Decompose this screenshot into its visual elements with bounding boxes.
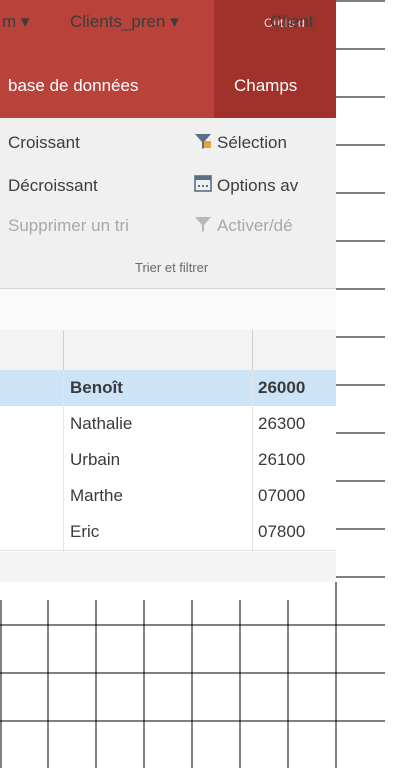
column-divider — [63, 370, 64, 552]
cell-first-name[interactable]: Eric — [70, 522, 99, 542]
cell-first-name[interactable]: Urbain — [70, 450, 120, 470]
cell-postal-code[interactable]: 26000 — [258, 378, 305, 398]
toggle-filter-button[interactable]: Activer/dé — [217, 216, 293, 236]
tab-fields[interactable]: Champs — [234, 76, 297, 96]
tab-database[interactable]: base de données — [8, 76, 138, 96]
header-divider — [63, 330, 64, 370]
header-last-name[interactable]: m ▾ — [2, 12, 29, 32]
cell-postal-code[interactable]: 26300 — [258, 414, 305, 434]
advanced-options-button[interactable]: Options av — [217, 176, 298, 196]
cell-first-name[interactable]: Marthe — [70, 486, 123, 506]
sort-descending-button[interactable]: Décroissant — [8, 176, 98, 196]
sort-filter-group-label: Trier et filtrer — [135, 260, 209, 275]
selection-filter-button[interactable]: Sélection — [217, 133, 287, 153]
cell-first-name[interactable]: Nathalie — [70, 414, 132, 434]
cell-first-name[interactable]: Benoît — [70, 378, 123, 398]
sort-menu-arrow-icon[interactable]: ▾ — [21, 12, 30, 31]
table-row[interactable]: Nathalie 26300 — [0, 406, 336, 443]
search-bar-area — [0, 288, 336, 332]
header-first-name[interactable]: Clients_pren ▾ — [70, 12, 179, 32]
table-row[interactable]: Urbain 26100 — [0, 442, 336, 479]
table-row[interactable]: Eric 07800 — [0, 514, 336, 551]
cell-postal-code[interactable]: 07800 — [258, 522, 305, 542]
header-divider — [252, 330, 253, 370]
funnel-icon — [195, 134, 211, 149]
sort-menu-arrow-icon[interactable]: ▾ — [170, 12, 179, 31]
new-record-row[interactable] — [0, 552, 336, 582]
sort-ascending-button[interactable]: Croissant — [8, 133, 80, 153]
remove-sort-button[interactable]: Supprimer un tri — [8, 216, 129, 236]
table-row[interactable]: Marthe 07000 — [0, 478, 336, 515]
table-header-row — [0, 330, 336, 371]
options-icon — [194, 175, 212, 192]
cell-postal-code[interactable]: 26100 — [258, 450, 305, 470]
cell-postal-code[interactable]: 07000 — [258, 486, 305, 506]
table-row[interactable]: Benoît 26000 — [0, 370, 336, 407]
funnel-disabled-icon — [195, 217, 211, 232]
header-postal-code[interactable]: Client — [270, 12, 313, 32]
column-divider — [252, 370, 253, 552]
access-window: Outils d base de données Champs Croissan… — [0, 0, 336, 582]
